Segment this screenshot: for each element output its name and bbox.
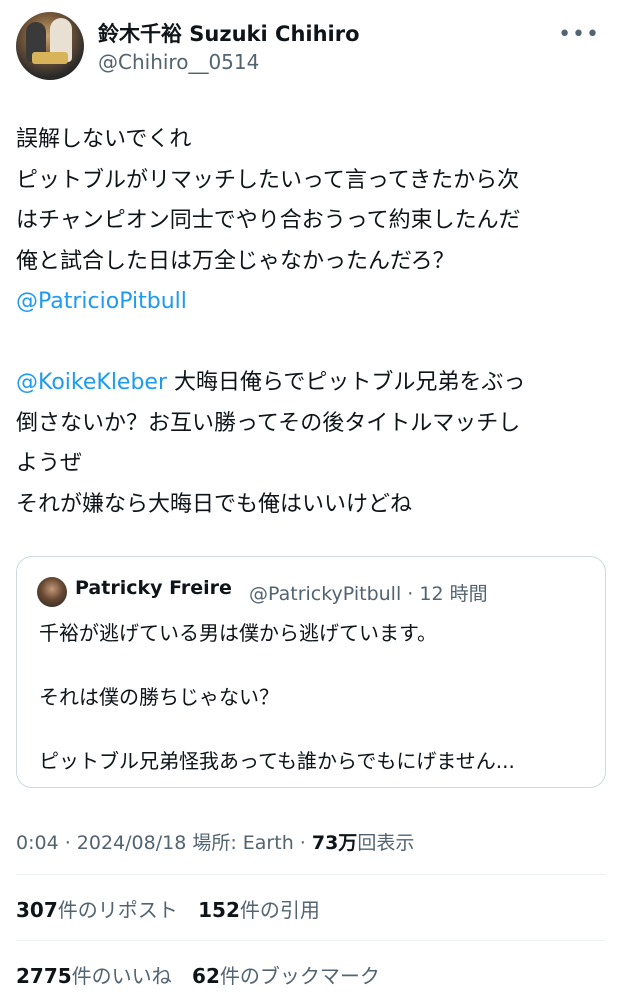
tweet-line: ようぜ — [16, 444, 606, 485]
tweet-header: 鈴木千裕 Suzuki Chihiro @Chihiro__0514 ••• — [16, 8, 606, 84]
tweet-line: ピットブルがリマッチしたいって言ってきたから次 — [16, 161, 606, 202]
author-avatar[interactable] — [16, 12, 84, 80]
mention-link-koikekleber[interactable]: @KoikeKleber — [16, 370, 167, 395]
quoted-author-name: Patricky Freire — [75, 577, 232, 599]
mention-link-patriciopitbull[interactable]: @PatricioPitbull — [16, 289, 187, 314]
tweet-place: 場所: Earth · — [192, 832, 312, 854]
author-display-name[interactable]: 鈴木千裕 Suzuki Chihiro — [98, 18, 360, 48]
tweet-line-text: ようぜ — [16, 451, 83, 476]
divider — [16, 874, 606, 875]
bookmarks-label: 件のブックマーク — [219, 964, 380, 988]
tweet-line-text: はチャンピオン同士でやり合おうって約束したんだ — [16, 208, 521, 233]
bookmarks-stat[interactable]: 62件のブックマーク — [192, 964, 380, 988]
tweet-line: @PatricioPitbull — [16, 282, 606, 323]
more-options-icon[interactable]: ••• — [558, 22, 600, 47]
bookmarks-count: 62 — [192, 964, 220, 988]
quotes-label: 件の引用 — [239, 898, 320, 922]
tweet-line: はチャンピオン同士でやり合おうって約束したんだ — [16, 201, 606, 242]
tweet-line-text: それが嫌なら大晦日でも俺はいいけどね — [16, 491, 413, 517]
avatar-belt — [32, 52, 68, 64]
tweet-line-text: ピットブルがリマッチしたいって言ってきたから次 — [16, 167, 520, 193]
quoted-line-blank — [39, 649, 589, 681]
tweet-line-text: 大晦日俺らでピットブル兄弟をぶっ — [167, 370, 526, 395]
quoted-line-blank — [39, 713, 589, 745]
views-count: 73万 — [311, 832, 358, 854]
quoted-line: それは僕の勝ちじゃない？ — [39, 685, 279, 709]
likes-stat[interactable]: 2775件のいいね — [16, 964, 172, 988]
tweet-meta: 0:04 · 2024/08/18 場所: Earth · 73万回表示 — [16, 828, 414, 855]
reposts-stat[interactable]: 307件のリポスト — [16, 898, 178, 922]
reposts-label: 件のリポスト — [57, 898, 178, 922]
tweet-line: それが嫌なら大晦日でも俺はいいけどね — [16, 485, 606, 526]
tweet-line: @KoikeKleber 大晦日俺らでピットブル兄弟をぶっ — [16, 363, 606, 404]
tweet-line: 倒さないか？お互い勝ってその後タイトルマッチし — [16, 404, 606, 445]
likes-count: 2775 — [16, 964, 72, 988]
tweet-timestamp[interactable]: 0:04 · 2024/08/18 — [16, 832, 192, 854]
tweet-line: 俺と試合した日は万全じゃなかったんだろ？ — [16, 242, 606, 283]
quoted-tweet-text: 千裕が逃げている男は僕から逃げています。 それは僕の勝ちじゃない？ ピットブル兄… — [39, 617, 589, 777]
divider — [16, 940, 606, 941]
quoted-tweet[interactable]: Patricky Freire @PatrickyPitbull · 12 時間… — [16, 556, 606, 788]
tweet-text: 誤解しないでくれ ピットブルがリマッチしたいって言ってきたから次 はチャンピオン… — [16, 120, 606, 525]
stats-row-2: 2775件のいいね 62件のブックマーク — [16, 960, 394, 989]
quoted-author-avatar[interactable] — [37, 577, 67, 607]
tweet-line: 誤解しないでくれ — [16, 120, 606, 161]
stats-row-1: 307件のリポスト 152件の引用 — [16, 894, 334, 923]
likes-label: 件のいいね — [71, 964, 172, 988]
quotes-stat[interactable]: 152件の引用 — [198, 898, 320, 922]
tweet-line-text: 倒さないか？お互い勝ってその後タイトルマッチし — [16, 410, 521, 436]
quoted-author-handle-time: @PatrickyPitbull · 12 時間 — [249, 583, 488, 605]
views-label: 回表示 — [357, 832, 415, 854]
tweet-line-text: 俺と試合した日は万全じゃなかったんだろ？ — [16, 248, 455, 274]
quotes-count: 152 — [198, 898, 240, 922]
quoted-line: 千裕が逃げている男は僕から逃げています。 — [39, 621, 437, 645]
author-handle[interactable]: @Chihiro__0514 — [98, 50, 259, 74]
tweet-line-text: 誤解しないでくれ — [16, 127, 192, 152]
quoted-line: ピットブル兄弟怪我あっても誰からでもにげません... — [39, 749, 515, 773]
reposts-count: 307 — [16, 898, 58, 922]
